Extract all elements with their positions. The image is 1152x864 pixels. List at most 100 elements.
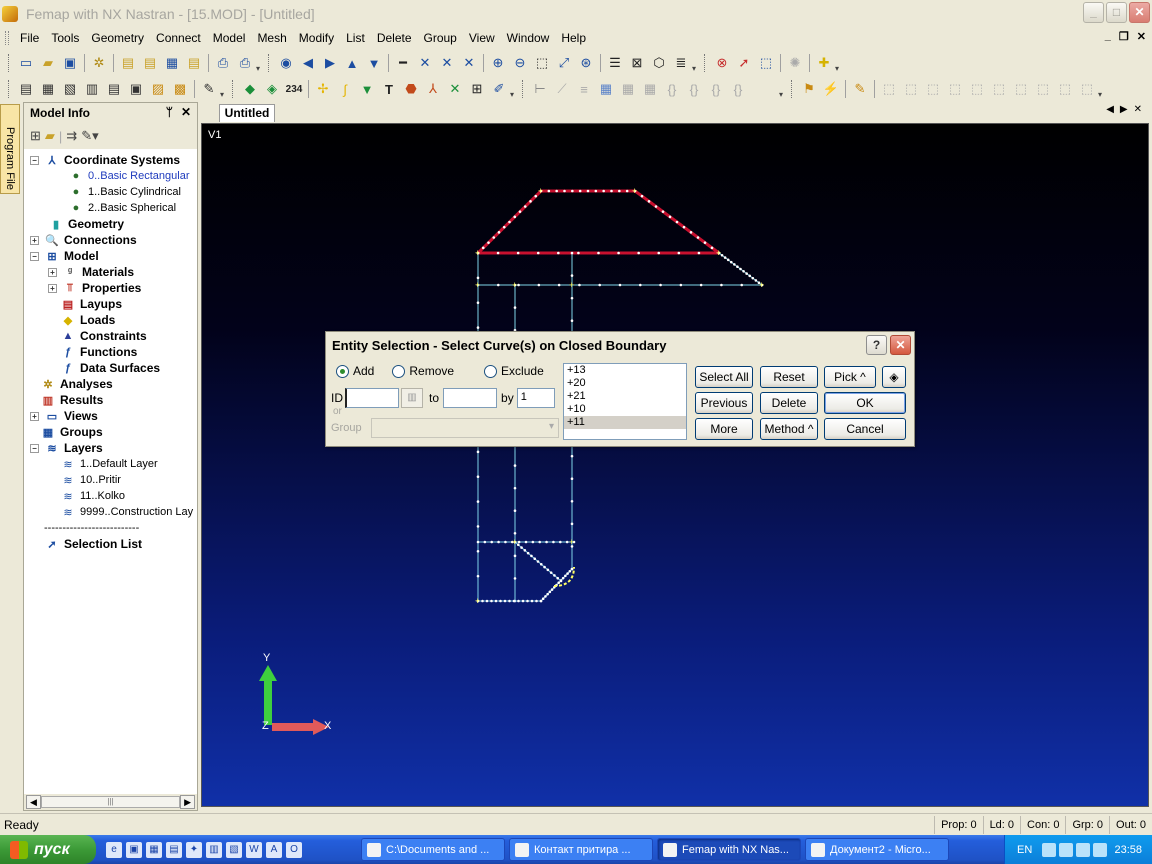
analysis-setup-icon[interactable]: ⚑	[799, 79, 819, 99]
geometry-point-marker[interactable]: +	[538, 186, 543, 196]
toolbar-grip[interactable]	[791, 80, 794, 98]
geometry-point-marker[interactable]: +	[716, 248, 721, 258]
expand-icon[interactable]: +	[48, 283, 57, 293]
task-word-document[interactable]: Контакт притира ...	[509, 838, 653, 861]
selection-list-item[interactable]: +10	[564, 403, 686, 416]
tree-node[interactable]: ≋ 9999..Construction Lay	[60, 504, 193, 520]
toolbar-overflow-icon[interactable]: ▾	[779, 79, 787, 99]
tree-expand-icon[interactable]: ⊞	[30, 128, 41, 144]
collapse-icon[interactable]: −	[30, 443, 39, 453]
geometry-point-marker[interactable]: +	[569, 280, 574, 290]
selection-list-item[interactable]: +20	[564, 377, 686, 390]
connection-create-icon[interactable]: ✕	[445, 79, 465, 99]
view-center-icon[interactable]: ⊛	[576, 53, 596, 73]
pick-cursor-icon[interactable]: ➚	[734, 53, 754, 73]
post-deform-icon[interactable]: ⬚	[879, 79, 899, 99]
program-file-tab[interactable]: Program File	[0, 104, 20, 194]
mdi-minimize-icon[interactable]: _	[1105, 30, 1111, 43]
curve-create-icon[interactable]: ∫	[335, 79, 355, 99]
render-cube-icon[interactable]: ⬡	[649, 53, 669, 73]
tree-node[interactable]: ● 2..Basic Spherical	[68, 200, 176, 216]
toolbar-overflow-icon[interactable]: ▾	[835, 53, 843, 73]
tree-node[interactable]: ● 1..Basic Cylindrical	[68, 184, 181, 200]
tree-tools-icon[interactable]: ✎▾	[81, 128, 98, 144]
toolbar-overflow-icon[interactable]: ▾	[256, 53, 264, 73]
toolbar-grip[interactable]	[8, 80, 11, 98]
toolbar-grip[interactable]	[232, 80, 235, 98]
braces-group-icon[interactable]: {}	[706, 79, 726, 99]
braces-list-icon[interactable]: {}	[728, 79, 748, 99]
menu-list[interactable]: List	[340, 31, 371, 45]
tree-node[interactable]: + ᵍ Materials	[48, 264, 134, 280]
post-freebody-icon[interactable]: ⬚	[945, 79, 965, 99]
quicklaunch-app-icon[interactable]: ▧	[226, 841, 242, 858]
grid-create-icon[interactable]: ⊞	[467, 79, 487, 99]
zoom-window-icon[interactable]: ⬚	[532, 53, 552, 73]
toolbar-overflow-icon[interactable]: ▾	[510, 79, 518, 99]
selection-list-item[interactable]: +21	[564, 390, 686, 403]
opera-icon[interactable]: O	[286, 841, 302, 858]
menu-group[interactable]: Group	[418, 31, 463, 45]
entity-editor-icon[interactable]: ▧	[60, 79, 80, 99]
radio-exclude-indicator[interactable]	[484, 364, 498, 378]
tree-node[interactable]: ✲ Analyses	[40, 376, 112, 392]
radio-exclude[interactable]: Exclude	[484, 364, 544, 378]
scroll-right-icon[interactable]: ▶	[180, 795, 195, 809]
surface-create-icon[interactable]: ▼	[357, 79, 377, 99]
task-documents-folder[interactable]: C:\Documents and ...	[361, 838, 505, 861]
mdi-close-icon[interactable]: ✕	[1137, 30, 1146, 43]
model-tree-icon[interactable]: ▦	[162, 53, 182, 73]
selection-list-item[interactable]: +11	[564, 416, 686, 429]
tree-node[interactable]: ≋ 11..Kolko	[60, 488, 125, 504]
program-file-icon[interactable]: ▣	[126, 79, 146, 99]
geometry-point-marker[interactable]: +	[632, 186, 637, 196]
rotate-down-icon[interactable]: ▼	[364, 53, 384, 73]
radio-remove[interactable]: Remove	[392, 364, 454, 378]
print-icon[interactable]: ⎙	[235, 53, 255, 73]
print-preview-icon[interactable]: ⎙	[213, 53, 233, 73]
post-pencil-icon[interactable]: ✎	[850, 79, 870, 99]
femap-quicklaunch-icon[interactable]: ✦	[186, 841, 202, 858]
dialog-close-button[interactable]: ✕	[890, 335, 911, 355]
view-xy-icon[interactable]: ✕	[415, 53, 435, 73]
tray-network-icon[interactable]	[1042, 842, 1057, 857]
tree-node[interactable]: ▤ Layups	[60, 296, 122, 312]
expand-icon[interactable]: +	[30, 235, 39, 245]
menu-file[interactable]: File	[14, 31, 45, 45]
geometry-point-marker[interactable]: +	[569, 537, 574, 547]
node-numbering-icon[interactable]: 234	[284, 79, 304, 99]
menu-view[interactable]: View	[463, 31, 501, 45]
open-folder-icon[interactable]: ▰	[38, 53, 58, 73]
menu-window[interactable]: Window	[501, 31, 556, 45]
geometry-point-marker[interactable]: +	[475, 248, 480, 258]
acrobat-icon[interactable]: A	[266, 841, 282, 858]
dialog-help-button[interactable]: ?	[866, 335, 887, 355]
tab-untitled[interactable]: Untitled	[219, 104, 275, 122]
post-contour-icon[interactable]: ⬚	[901, 79, 921, 99]
maximize-button[interactable]: □	[1106, 2, 1127, 23]
regenerate-icon[interactable]: ◉	[276, 53, 296, 73]
post-animate-icon[interactable]: ⬚	[923, 79, 943, 99]
rotate-left-icon[interactable]: ◀	[298, 53, 318, 73]
tree-node[interactable]: + ▭ Views	[30, 408, 98, 424]
align-stack-icon[interactable]: ≡	[574, 79, 594, 99]
geometry-point-marker[interactable]: +	[475, 280, 480, 290]
femap-app-icon[interactable]	[2, 5, 18, 22]
workplane-icon[interactable]: ✚	[814, 53, 834, 73]
task-document2[interactable]: Документ2 - Micro...	[805, 838, 949, 861]
tray-display-icon[interactable]	[1059, 842, 1074, 857]
layers-toggle-icon[interactable]: ≣	[671, 53, 691, 73]
radio-add[interactable]: Add	[336, 364, 374, 378]
menu-modify[interactable]: Modify	[293, 31, 340, 45]
collapse-icon[interactable]: −	[30, 251, 39, 261]
table-split-icon[interactable]: ▦	[618, 79, 638, 99]
coord-sys-create-icon[interactable]: ⅄	[423, 79, 443, 99]
mesh-surface-icon[interactable]: ◆	[240, 79, 260, 99]
entity-select-icon[interactable]: ⊗	[712, 53, 732, 73]
ok-button[interactable]: OK	[824, 392, 906, 414]
edit-icon[interactable]: ✎	[199, 79, 219, 99]
post-trace-icon[interactable]: ⬚	[1055, 79, 1075, 99]
radio-add-indicator[interactable]	[336, 364, 349, 378]
tree-filter-icon[interactable]: ⇉	[66, 128, 77, 144]
menu-help[interactable]: Help	[555, 31, 592, 45]
